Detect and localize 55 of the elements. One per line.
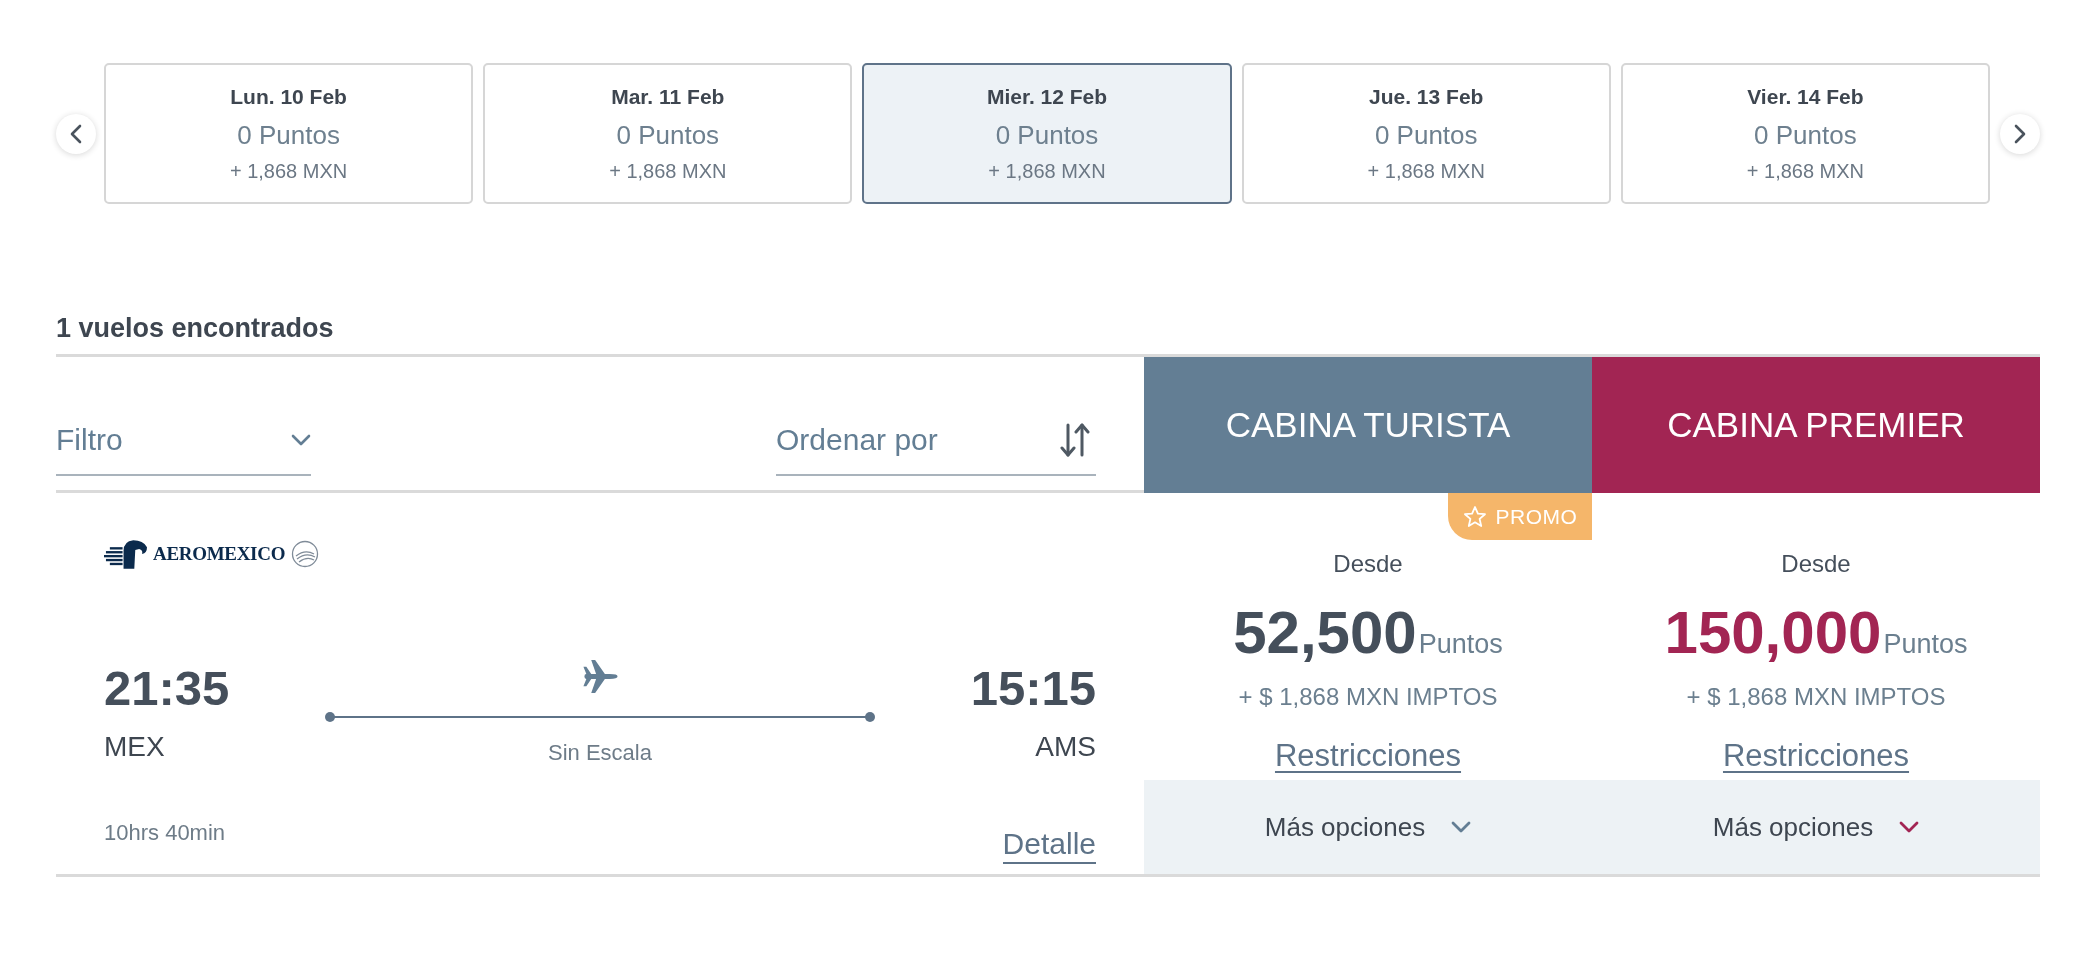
sort-arrows-icon [1060,422,1090,458]
points-text: 0 Puntos [995,119,1099,151]
cabin-header: CABINA TURISTA [1144,357,1592,493]
price-text: + 1,868 MXN [229,159,348,184]
from-label: Desde [1333,549,1403,579]
departure-time: 21:35 [104,660,231,717]
taxes-label: + $ 1,868 MXN IMPTOS [1238,682,1498,712]
date-card[interactable]: Vier. 14 Feb 0 Puntos + 1,868 MXN [1620,63,1990,204]
date-text: Mier. 12 Feb [986,84,1108,110]
chevron-down-icon [291,434,311,446]
date-text: Mar. 11 Feb [611,84,725,110]
points-text: 0 Puntos [616,119,720,151]
arrival-time: 15:15 [969,660,1096,717]
points-text: 0 Puntos [1754,119,1857,151]
cabin-header: CABINA PREMIER [1592,357,2040,493]
arrival-airport: AMS [1034,730,1096,764]
more-options-button[interactable]: Más opciones [1712,811,1920,843]
taxes-label: + $ 1,868 MXN IMPTOS [1686,682,1946,712]
price-text: + 1,868 MXN [1746,159,1865,184]
price-text: + 1,868 MXN [609,159,727,184]
chevron-right-icon [2014,123,2026,144]
next-button[interactable] [2000,113,2040,154]
restrictions-link[interactable]: Restricciones [1722,737,1910,775]
results-count: 1 vuelos encontrados [56,313,334,343]
departure-airport: MEX [104,730,166,764]
star-icon [1462,504,1487,529]
points-amount: 52,500 [1233,601,1417,665]
filter-dropdown[interactable]: Filtro [56,421,311,476]
restrictions-link[interactable]: Restricciones [1274,737,1462,775]
duration-label: 10hrs 40min [104,820,226,846]
date-text: Lun. 10 Feb [230,84,347,110]
date-text: Jue. 13 Feb [1369,84,1484,110]
price-text: + 1,868 MXN [988,159,1106,184]
from-label: Desde [1781,549,1851,579]
sort-dropdown[interactable]: Ordenar por [776,421,1096,476]
date-card[interactable]: Lun. 10 Feb 0 Puntos + 1,868 MXN [104,63,474,204]
date-card[interactable]: Mier. 12 Feb 0 Puntos + 1,868 MXN [862,63,1232,204]
points-amount: 150,000 [1664,601,1882,665]
points-text: 0 Puntos [1374,119,1478,151]
chevron-left-icon [70,123,82,144]
detail-link[interactable]: Detalle [1002,826,1096,864]
globe-swirl-icon [291,540,320,568]
price-text: + 1,868 MXN [1367,159,1485,184]
date-card[interactable]: Jue. 13 Feb 0 Puntos + 1,868 MXN [1241,63,1611,204]
previous-button[interactable] [56,113,96,154]
date-text: Vier. 14 Feb [1747,84,1864,110]
airline-name: AEROMEXICO [153,543,286,565]
bird-logo-icon [104,538,147,570]
more-options-button[interactable]: Más opciones [1264,811,1472,843]
points-text: 0 Puntos [237,119,340,151]
promo-text: PROMO [1495,504,1578,529]
date-card[interactable]: Mar. 11 Feb 0 Puntos + 1,868 MXN [483,63,853,204]
points-unit: Puntos [1883,628,1968,661]
points-unit: Puntos [1418,628,1503,661]
stops-label: Sin Escala [548,739,652,767]
